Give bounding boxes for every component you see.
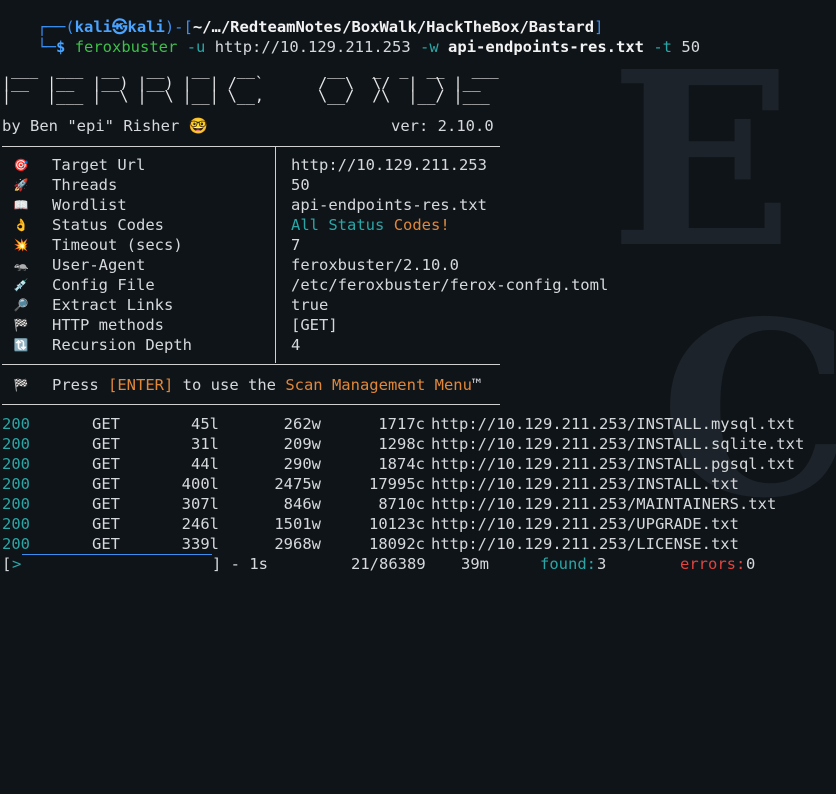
- progress-line: [ > ] - 1s 21/86389 39m found: 3 errors:…: [2, 554, 756, 573]
- collision-icon: 💥: [13, 238, 29, 252]
- enter-key-hint: [ENTER]: [108, 376, 174, 394]
- request-count: 21/86389: [351, 555, 426, 573]
- divider: [2, 146, 500, 147]
- errors-count: 0: [746, 555, 756, 573]
- config-row: 👌 Status Codes All Status Codes!: [13, 216, 450, 234]
- banner-author: by Ben "epi" Risher 🤓: [2, 117, 208, 135]
- recursion-icon: 🔃: [13, 338, 29, 352]
- config-row: 🏁 HTTP methods [GET]: [13, 316, 338, 334]
- result-row[interactable]: 200 GET 400l 2475w 17995c http://10.129.…: [0, 474, 836, 494]
- ascii-banner: ___ ___ __ __ __ __ __ _ _ __ ___ |__ |_…: [2, 61, 499, 105]
- menu-hint: 🏁 Press [ENTER] to use the Scan Manageme…: [13, 376, 482, 394]
- config-row: 🔃 Recursion Depth 4: [13, 336, 301, 354]
- result-row[interactable]: 200 GET 307l 846w 8710c http://10.129.21…: [0, 494, 836, 514]
- checkered-flag-icon: 🏁: [13, 378, 29, 392]
- badger-icon: 🦡: [13, 258, 29, 272]
- result-row[interactable]: 200 GET 339l 2968w 18092c http://10.129.…: [0, 534, 836, 554]
- divider: [2, 404, 500, 405]
- result-row[interactable]: 200 GET 31l 209w 1298c http://10.129.211…: [0, 434, 836, 454]
- config-row: 🎯 Target Url http://10.129.211.253: [13, 156, 487, 174]
- ok-hand-icon: 👌: [13, 218, 29, 232]
- found-count: 3: [597, 555, 607, 573]
- magnifier-icon: 🔎: [13, 298, 29, 312]
- config-row: 💉 Config File /etc/feroxbuster/ferox-con…: [13, 276, 609, 294]
- config-row: 🚀 Threads 50: [13, 176, 310, 194]
- config-row: 🔎 Extract Links true: [13, 296, 329, 314]
- book-icon: 📖: [13, 198, 29, 212]
- divider: [2, 364, 500, 365]
- rocket-icon: 🚀: [13, 178, 29, 192]
- progress-bar: [22, 554, 212, 555]
- prompt-header: ┌──(kali㉿kali)-[~/…/RedteamNotes/BoxWalk…: [37, 18, 604, 36]
- syringe-icon: 💉: [13, 278, 29, 292]
- result-row[interactable]: 200 GET 45l 262w 1717c http://10.129.211…: [0, 414, 836, 434]
- banner-version: ver: 2.10.0: [391, 117, 494, 135]
- eta: 39m: [461, 555, 489, 573]
- target-icon: 🎯: [13, 158, 29, 172]
- result-row[interactable]: 200 GET 246l 1501w 10123c http://10.129.…: [0, 514, 836, 534]
- config-row: 💥 Timeout (secs) 7: [13, 236, 301, 254]
- checkered-flag-icon: 🏁: [13, 318, 29, 332]
- config-row: 🦡 User-Agent feroxbuster/2.10.0: [13, 256, 459, 274]
- config-row: 📖 Wordlist api-endpoints-res.txt: [13, 196, 487, 214]
- result-row[interactable]: 200 GET 44l 290w 1874c http://10.129.211…: [0, 454, 836, 474]
- command-line[interactable]: └─$ feroxbuster -u http://10.129.211.253…: [0, 17, 700, 56]
- scan-management-menu-link[interactable]: Scan Management Menu: [285, 376, 472, 394]
